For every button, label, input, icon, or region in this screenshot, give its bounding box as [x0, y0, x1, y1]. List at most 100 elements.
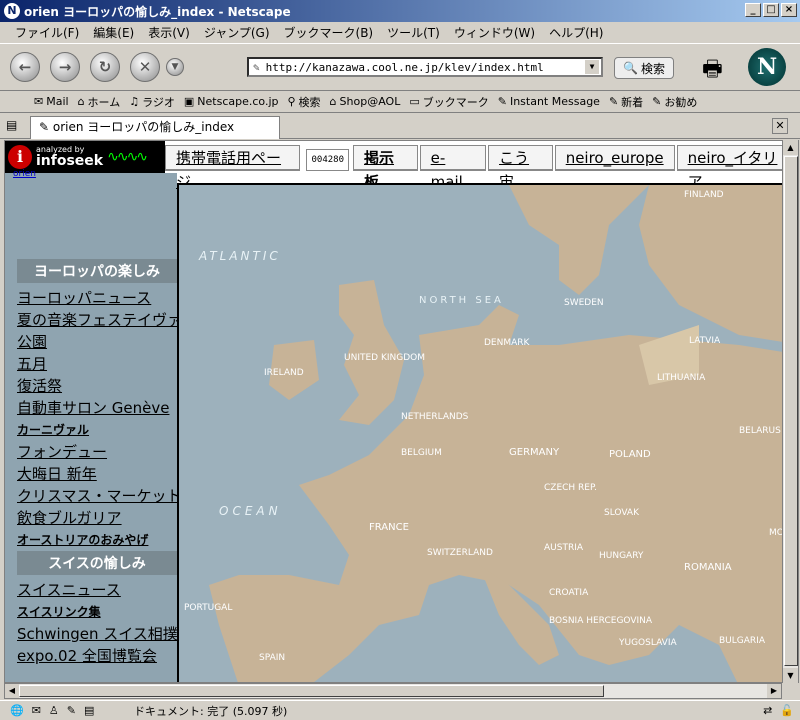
- status-bar: 🌐 ✉ ♙ ✎ ▤ ドキュメント: 完了 (5.097 秒) ⇄ 🔓: [0, 700, 800, 720]
- tab-current[interactable]: ✎ orien ヨーロッパの愉しみ_index: [30, 116, 280, 139]
- home-icon: ⌂: [77, 95, 85, 108]
- bookmarks-toolbar: ✉ Mail ⌂ ホーム ♫ ラジオ ▣ Netscape.co.jp ⚲ 検索 ⌂ Sho…: [0, 91, 800, 113]
- bookmark-search[interactable]: ⚲ 検索: [287, 94, 320, 110]
- close-button[interactable]: ×: [781, 3, 797, 17]
- menu-tools[interactable]: ツール(T): [380, 24, 447, 41]
- status-text: ドキュメント: 完了 (5.097 秒): [134, 704, 288, 718]
- link-schwingen[interactable]: Schwingen スイス相撲: [17, 623, 177, 645]
- europe-map[interactable]: ATLANTIC OCEAN NORTH SEA IRELAND UNITED …: [177, 183, 798, 682]
- composer-icon[interactable]: ✎: [67, 704, 76, 717]
- scroll-down-arrow[interactable]: ▼: [783, 668, 798, 683]
- minimize-button[interactable]: _: [745, 3, 761, 17]
- search-button-label: 検索: [640, 61, 665, 76]
- url-dropdown-button[interactable]: ▼: [166, 58, 184, 76]
- kouchuu-link[interactable]: こう宙: [488, 145, 553, 191]
- menu-bookmarks[interactable]: ブックマーク(B): [277, 24, 381, 41]
- forward-arrow-icon: →: [58, 58, 72, 76]
- scroll-right-arrow[interactable]: ▶: [767, 684, 781, 698]
- infoseek-brand: infoseek: [36, 153, 104, 169]
- section-swiss-heading: スイスの愉しみ: [17, 551, 177, 575]
- map-label-yugoslavia: YUGOSLAVIA: [618, 638, 677, 648]
- link-new-year[interactable]: 大晦日 新年: [17, 463, 177, 485]
- link-summer-festival[interactable]: 夏の音楽フェステイヴァル: [17, 309, 177, 331]
- mail-icon: ✉: [34, 95, 44, 108]
- bookmark-radio[interactable]: ♫ ラジオ: [129, 94, 175, 110]
- map-label-austria: AUSTRIA: [544, 543, 584, 553]
- netscape-logo[interactable]: N: [748, 48, 786, 86]
- link-bulgaria-food[interactable]: 飲食ブルガリア: [17, 507, 177, 529]
- link-christmas-market[interactable]: クリスマス・マーケット: [17, 485, 177, 507]
- mail-status-icon[interactable]: ✉: [32, 704, 41, 717]
- folder-icon: ▭: [409, 95, 420, 108]
- link-easter[interactable]: 復活祭: [17, 375, 177, 397]
- new-tab-icon[interactable]: ▤: [6, 118, 17, 132]
- map-label-ireland: IRELAND: [264, 368, 304, 378]
- bookmark-recommend[interactable]: ✎ お勧め: [652, 94, 697, 110]
- address-book-icon[interactable]: ▤: [84, 704, 94, 717]
- vertical-scroll-thumb[interactable]: [784, 156, 798, 666]
- reload-button[interactable]: ↻: [90, 52, 120, 82]
- menu-help[interactable]: ヘルプ(H): [542, 24, 610, 41]
- mobile-page-link[interactable]: 携帯電話用ページ: [165, 145, 301, 191]
- search-button[interactable]: 🔍 検索: [614, 57, 674, 79]
- link-park[interactable]: 公園: [17, 331, 177, 353]
- horizontal-scroll-thumb[interactable]: [19, 685, 604, 697]
- vertical-scrollbar[interactable]: ▲ ▼: [782, 140, 798, 683]
- aim-icon[interactable]: ♙: [49, 704, 59, 717]
- link-fondue[interactable]: フォンデュー: [17, 441, 177, 463]
- bookmark-new[interactable]: ✎ 新着: [609, 94, 643, 110]
- neiro-italy-link[interactable]: neiro_イタリア: [676, 145, 798, 191]
- link-may[interactable]: 五月: [17, 353, 177, 375]
- my-icon: ▣: [183, 95, 195, 108]
- scroll-up-arrow[interactable]: ▲: [783, 140, 798, 155]
- neiro-europe-link[interactable]: neiro_europe: [554, 145, 675, 171]
- maximize-button[interactable]: □: [763, 3, 779, 17]
- menu-file[interactable]: ファイル(F): [8, 24, 86, 41]
- map-label-germany: GERMANY: [509, 447, 560, 458]
- scroll-left-arrow[interactable]: ◀: [5, 684, 19, 698]
- map-label-latvia: LATVIA: [689, 336, 721, 346]
- link-austria-souvenir[interactable]: オーストリアのおみやげ: [17, 529, 177, 551]
- horizontal-scrollbar[interactable]: ◀ ▶: [4, 683, 782, 699]
- menu-edit[interactable]: 編集(E): [86, 24, 141, 41]
- magnifier-icon: 🔍: [623, 61, 638, 75]
- forward-button[interactable]: →: [50, 52, 80, 82]
- online-status-icon[interactable]: ⇄: [763, 704, 772, 717]
- orien-link[interactable]: orien: [13, 169, 36, 179]
- visitor-counter: 004280: [306, 149, 349, 171]
- map-label-finland: FINLAND: [684, 190, 724, 200]
- bookmark-mail[interactable]: ✉ Mail: [34, 95, 69, 108]
- stop-icon: ✕: [138, 58, 152, 76]
- bookmark-folder[interactable]: ▭ ブックマーク: [409, 94, 488, 110]
- close-tab-button[interactable]: ✕: [772, 118, 788, 134]
- bookmark-home[interactable]: ⌂ ホーム: [78, 94, 121, 110]
- print-icon[interactable]: 🖶: [702, 52, 734, 82]
- menu-window[interactable]: ウィンドウ(W): [447, 24, 542, 41]
- radio-icon: ♫: [129, 95, 140, 108]
- link-expo02[interactable]: expo.02 全国博覧会: [17, 645, 177, 667]
- link-europe-news[interactable]: ヨーロッパニュース: [17, 287, 177, 309]
- email-link[interactable]: e-mail: [419, 145, 487, 191]
- window-title: orien ヨーロッパの愉しみ_index - Netscape: [24, 4, 291, 19]
- bookmark-icon: ✎: [608, 95, 619, 108]
- reload-icon: ↻: [98, 58, 112, 76]
- search-icon: ⚲: [287, 95, 296, 108]
- menu-go[interactable]: ジャンプ(G): [197, 24, 277, 41]
- stop-button[interactable]: ✕: [130, 52, 160, 82]
- link-geneva-motor-show[interactable]: 自動車サロン Genève: [17, 397, 177, 419]
- bookmark-instant-message[interactable]: ✎ Instant Message: [498, 95, 600, 108]
- link-swiss-links[interactable]: スイスリンク集: [17, 601, 177, 623]
- navigator-icon[interactable]: 🌐: [10, 704, 24, 717]
- url-history-dropdown[interactable]: ▼: [585, 60, 599, 74]
- url-input[interactable]: ✎ http://kanazawa.cool.ne.jp/klev/index.…: [247, 57, 603, 77]
- bbs-link[interactable]: 掲示板: [353, 145, 418, 191]
- bookmark-netscape[interactable]: ▣ Netscape.co.jp: [184, 95, 279, 108]
- link-carnival[interactable]: カーニヴァル: [17, 419, 177, 441]
- menu-view[interactable]: 表示(V): [141, 24, 197, 41]
- map-label-spain: SPAIN: [259, 653, 285, 663]
- back-button[interactable]: ←: [10, 52, 40, 82]
- bookmark-shop[interactable]: ⌂ Shop@AOL: [330, 95, 401, 108]
- link-swiss-news[interactable]: スイスニュース: [17, 579, 177, 601]
- top-navigation: 携帯電話用ページ 004280 掲示板 e-mail こう宙 neiro_eur…: [165, 141, 798, 191]
- map-label-bosnia: BOSNIA HERCEGOVINA: [549, 616, 653, 626]
